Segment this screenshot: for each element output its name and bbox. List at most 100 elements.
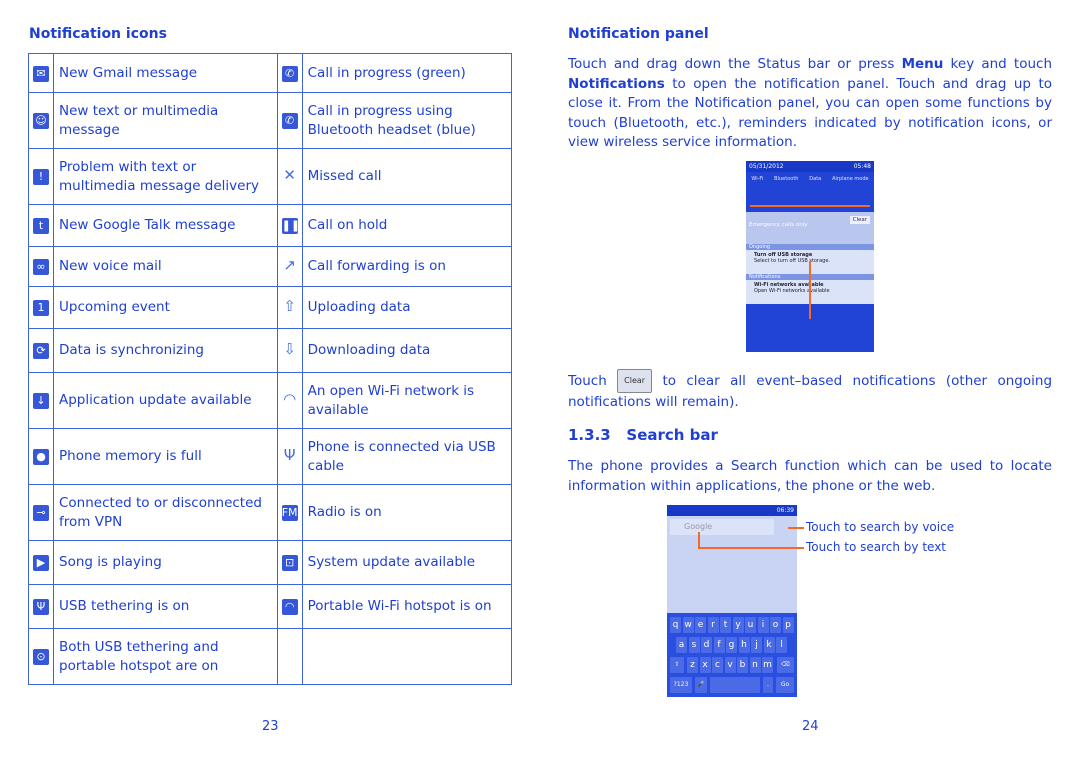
- description-cell: Phone memory is full: [53, 428, 278, 485]
- description-cell: Problem with text or multimedia message …: [53, 148, 278, 205]
- description-cell: Call in progress using Bluetooth headset…: [301, 92, 513, 149]
- key-t[interactable]: t: [720, 617, 731, 633]
- period-key[interactable]: .: [763, 677, 773, 693]
- table-row: ↓ Application update available ◠ An open Wi…: [28, 372, 513, 429]
- description-cell: Call on hold: [301, 204, 513, 247]
- description-cell: Upcoming event: [53, 286, 278, 329]
- description-cell: Uploading data: [301, 286, 513, 329]
- description-cell: Application update available: [53, 372, 278, 429]
- table-row: ✉ New Gmail message ✆ Call in progress (gre…: [28, 53, 513, 93]
- sync-icon: ⟳: [33, 343, 49, 359]
- key-o[interactable]: o: [770, 617, 781, 633]
- description-cell: New text or multimedia message: [53, 92, 278, 149]
- key-r[interactable]: r: [707, 617, 719, 633]
- vertical-arrow: [809, 261, 811, 319]
- symbols-key[interactable]: ?123: [670, 677, 692, 693]
- go-key[interactable]: Go: [776, 677, 794, 693]
- table-row: ! Problem with text or multimedia message…: [28, 148, 513, 205]
- key-y[interactable]: y: [732, 617, 744, 633]
- left-heading: Notification icons: [29, 26, 167, 42]
- clear-button-image: Clear: [617, 369, 653, 393]
- description-cell: Phone is connected via USB cable: [301, 428, 513, 485]
- usb-icon: Ψ: [283, 446, 296, 464]
- key-l[interactable]: l: [776, 637, 787, 653]
- key-n[interactable]: n: [749, 657, 761, 673]
- table-row: ☺ New text or multimedia message ✆ Call in …: [28, 92, 513, 149]
- page-number-right: 24: [802, 719, 819, 734]
- page-number-left: 23: [262, 719, 279, 734]
- play-icon: ▶: [33, 555, 49, 571]
- table-row: 1 Upcoming event ⇧ Uploading data: [28, 286, 513, 329]
- key-k[interactable]: k: [763, 637, 775, 653]
- gtalk-icon: t: [33, 218, 49, 234]
- key-b[interactable]: b: [737, 657, 748, 673]
- key-v[interactable]: v: [724, 657, 736, 673]
- table-row: ⊸ Connected to or disconnected from VPN FM…: [28, 484, 513, 541]
- memory-full-icon: ●: [33, 449, 49, 465]
- system-update-icon: ⊡: [281, 555, 298, 571]
- notification-panel-paragraph: Touch and drag down the Status bar or pr…: [568, 56, 1052, 150]
- icon-cell: ●: [28, 428, 54, 485]
- vpn-icon: ⊸: [33, 505, 49, 521]
- key-f[interactable]: f: [713, 637, 725, 653]
- horizontal-arrow: [750, 205, 870, 207]
- search-bar-screenshot: 06:39 Google q w e r t y u i o p a s d f g h j k l z x c v b n m ⇧…: [667, 505, 797, 697]
- description-cell: [301, 628, 513, 685]
- icon-cell: [276, 628, 303, 685]
- icon-cell: ⊸: [28, 484, 54, 541]
- key-q[interactable]: q: [670, 617, 681, 633]
- backspace-key[interactable]: ⌫: [777, 657, 794, 673]
- key-g[interactable]: g: [726, 637, 737, 653]
- icon-cell: Ψ: [276, 428, 303, 485]
- key-j[interactable]: j: [751, 637, 762, 653]
- key-d[interactable]: d: [701, 637, 712, 653]
- key-h[interactable]: h: [738, 637, 750, 653]
- icon-cell: ↗: [276, 246, 303, 287]
- key-z[interactable]: z: [687, 657, 698, 673]
- key-c[interactable]: c: [712, 657, 723, 673]
- key-a[interactable]: a: [676, 637, 687, 653]
- description-cell: New Gmail message: [53, 53, 278, 93]
- icon-cell: !: [28, 148, 54, 205]
- key-e[interactable]: e: [695, 617, 706, 633]
- space-key[interactable]: [710, 677, 760, 693]
- icon-cell: ✆: [276, 92, 303, 149]
- search-input[interactable]: Google: [670, 519, 774, 535]
- sms-icon: ☺: [33, 113, 49, 129]
- key-m[interactable]: m: [762, 657, 773, 673]
- key-p[interactable]: p: [782, 617, 794, 633]
- description-cell: Call in progress (green): [301, 53, 513, 93]
- icon-cell: ⟳: [28, 328, 54, 373]
- description-cell: USB tethering is on: [53, 584, 278, 629]
- key-u[interactable]: u: [745, 617, 756, 633]
- description-cell: Both USB tethering and portable hotspot …: [53, 628, 278, 685]
- usb-hotspot-icon: ⊙: [33, 649, 49, 665]
- description-cell: Portable Wi-Fi hotspot is on: [301, 584, 513, 629]
- notification-icons-table: ✉ New Gmail message ✆ Call in progress (gre…: [28, 53, 513, 685]
- mic-key[interactable]: 🎤: [695, 677, 707, 693]
- key-i[interactable]: i: [757, 617, 769, 633]
- wifi-icon: ◠: [283, 390, 297, 408]
- icon-cell: ⊙: [28, 628, 54, 685]
- table-row: ⟳ Data is synchronizing ⇩ Downloading data: [28, 328, 513, 373]
- icon-cell: ☺: [28, 92, 54, 149]
- app-update-icon: ↓: [33, 393, 49, 409]
- notification-panel-screenshot: 05/31/2012 05:48 Wi-Fi Bluetooth Data Airpla…: [746, 161, 874, 352]
- description-cell: Missed call: [301, 148, 513, 205]
- icon-cell: ✆: [276, 53, 303, 93]
- icon-cell: ▶: [28, 540, 54, 585]
- voice-search-label: Touch to search by voice: [806, 520, 955, 534]
- key-x[interactable]: x: [699, 657, 711, 673]
- call-hold-icon: ❚❚: [281, 218, 301, 234]
- description-cell: Radio is on: [301, 484, 513, 541]
- description-cell: Connected to or disconnected from VPN: [53, 484, 278, 541]
- section-heading: 1.3.3 Search bar: [568, 426, 718, 444]
- key-s[interactable]: s: [688, 637, 700, 653]
- description-cell: New voice mail: [53, 246, 278, 287]
- icon-cell: ✕: [276, 148, 303, 205]
- table-row: ∞ New voice mail ↗ Call forwarding is on: [28, 246, 513, 287]
- icon-cell: Ψ: [28, 584, 54, 629]
- shift-key[interactable]: ⇧: [670, 657, 684, 673]
- key-w[interactable]: w: [682, 617, 694, 633]
- icon-cell: ⊡: [276, 540, 303, 585]
